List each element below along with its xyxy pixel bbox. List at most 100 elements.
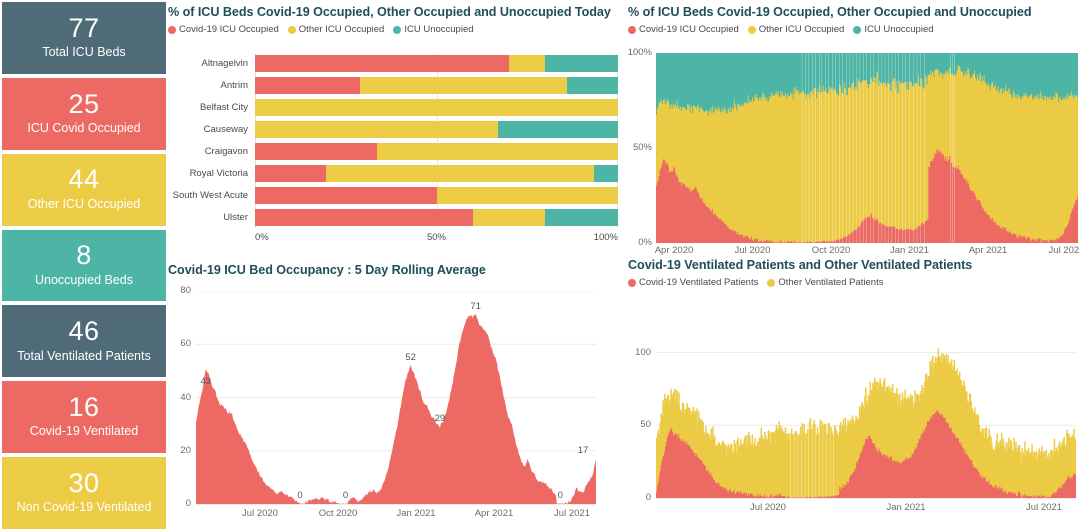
legend-color-dot-icon: [628, 25, 636, 34]
legend-color-dot-icon: [287, 25, 296, 34]
hbar-x-tick-label: 50%: [426, 232, 447, 243]
hbar-row: Royal Victoria: [168, 162, 618, 184]
kpi-label: Non Covid-19 Ventilated: [16, 500, 152, 515]
hbar-segment-covid-19-icu-occupied[interactable]: [255, 55, 510, 73]
occupancy-x-tick-label: Oct 2020: [318, 508, 358, 519]
hbar-segment-other-icu-occupied[interactable]: [436, 186, 618, 204]
hbar-segment-icu-unoccupied[interactable]: [545, 208, 618, 226]
hbar-segment-covid-19-icu-occupied[interactable]: [255, 142, 377, 160]
occupancy-plot-area: 0 20 40 60 80 Jul 2020 Oct 2020 Jan 2021 Apr 202…: [180, 285, 596, 519]
legend-item-label: Other ICU Occupied: [758, 24, 845, 35]
hbar-segment-covid-19-icu-occupied[interactable]: [255, 164, 326, 182]
legend-item[interactable]: Other Ventilated Patients: [767, 277, 883, 288]
hbar-segment-icu-unoccupied[interactable]: [567, 77, 618, 95]
kpi-label: Covid-19 Ventilated: [29, 424, 139, 439]
panel-covid-icu-occupancy: Covid-19 ICU Bed Occupancy : 5 Day Rolli…: [168, 263, 618, 531]
legend-color-dot-icon: [767, 278, 776, 287]
occupancy-area-svg: [196, 291, 596, 505]
legend-color-dot-icon: [393, 25, 402, 34]
ventilated-y-tick-label: 50: [640, 419, 651, 431]
kpi-total-ventilated-patients[interactable]: 46 Total Ventilated Patients: [2, 305, 166, 378]
hbar-row: Causeway: [168, 119, 618, 141]
legend-item[interactable]: Covid-19 Ventilated Patients: [628, 277, 758, 288]
pct-time-y-tick-label: 100%: [627, 47, 652, 58]
occupancy-y-tick-label: 40: [180, 391, 191, 403]
hbar-track: [255, 121, 618, 139]
ventilated-y-tick-label: 100: [635, 346, 651, 358]
hbar-category-label: Craigavon: [204, 145, 248, 157]
legend-item[interactable]: ICU Unoccupied: [393, 24, 474, 35]
occupancy-y-tick-label: 60: [180, 338, 191, 350]
legend-ventilated: Covid-19 Ventilated Patients Other Ventil…: [628, 277, 1080, 288]
occupancy-data-label: 0: [557, 490, 563, 501]
hbar-category-label: South West Acute: [172, 189, 248, 201]
kpi-non-covid-19-ventilated[interactable]: 30 Non Covid-19 Ventilated: [2, 457, 166, 530]
hbar-segment-covid-19-icu-occupied[interactable]: [255, 208, 473, 226]
legend-item-label: ICU Unoccupied: [404, 24, 474, 35]
hbar-segment-icu-unoccupied[interactable]: [498, 121, 618, 139]
hbar-row: Ulster: [168, 206, 618, 228]
legend-item[interactable]: Other ICU Occupied: [747, 24, 845, 35]
panel-pct-icu-beds-over-time: % of ICU Beds Covid-19 Occupied, Other O…: [628, 5, 1080, 257]
kpi-value: 25: [68, 88, 100, 119]
legend-item[interactable]: ICU Unoccupied: [853, 24, 934, 35]
legend-item[interactable]: Other ICU Occupied: [287, 24, 385, 35]
hbar-category-label: Belfast City: [199, 102, 248, 114]
hbar-x-tick-label: 0%: [255, 232, 269, 243]
legend-item[interactable]: Covid-19 ICU Occupied: [628, 24, 739, 35]
kpi-total-icu-beds[interactable]: 77 Total ICU Beds: [2, 2, 166, 74]
legend-hospital-bars: Covid-19 ICU Occupied Other ICU Occupied I…: [168, 24, 618, 35]
hbar-segment-other-icu-occupied[interactable]: [472, 208, 546, 226]
pct-time-x-tick-label: Oct 2020: [811, 245, 851, 256]
kpi-value: 44: [68, 164, 100, 195]
legend-color-dot-icon: [628, 278, 636, 287]
pct-time-plot-area: 0% 50% 100% Apr 2020 Jul 2020 Oct 2020 Jan 202…: [628, 47, 1080, 256]
occupancy-data-label: 17: [577, 444, 589, 456]
kpi-value: 46: [68, 316, 100, 347]
occupancy-data-label: 43: [200, 375, 212, 387]
hbar-segment-icu-unoccupied[interactable]: [545, 55, 618, 73]
legend-item-label: Other Ventilated Patients: [778, 277, 884, 288]
kpi-value: 77: [68, 12, 100, 43]
hbar-segment-other-icu-occupied[interactable]: [509, 55, 546, 73]
occupancy-x-tick-label: Jul 2020: [242, 508, 278, 519]
kpi-icu-covid-occupied[interactable]: 25 ICU Covid Occupied: [2, 77, 166, 150]
hbar-segment-other-icu-occupied[interactable]: [360, 77, 568, 95]
hbar-segment-covid-19-icu-occupied[interactable]: [255, 77, 361, 95]
kpi-card-column: 77 Total ICU Beds 25 ICU Covid Occupied 44 Ot…: [2, 2, 166, 530]
legend-item[interactable]: Covid-19 ICU Occupied: [168, 24, 279, 35]
legend-item-label: Covid-19 ICU Occupied: [179, 24, 279, 35]
ventilated-x-tick-label: Jul 2020: [750, 502, 786, 513]
hbar-segment-other-icu-occupied[interactable]: [255, 99, 618, 117]
panel-title-pct-time: % of ICU Beds Covid-19 Occupied, Other O…: [628, 5, 1032, 19]
panel-ventilated-patients: Covid-19 Ventilated Patients and Other V…: [628, 258, 1080, 531]
ventilated-plot-area: 0 50 100 Jul 2020 Jan 2021 Jul 2021: [635, 338, 1076, 513]
hbar-segment-covid-19-icu-occupied[interactable]: [255, 186, 437, 204]
occupancy-y-tick-label: 0: [185, 498, 191, 509]
occupancy-data-label: 0: [342, 490, 349, 501]
kpi-unoccupied-beds[interactable]: 8 Unoccupied Beds: [2, 229, 166, 302]
kpi-covid-19-ventilated[interactable]: 16 Covid-19 Ventilated: [2, 381, 166, 454]
pct-time-y-tick-label: 0%: [638, 237, 652, 248]
hbar-segment-icu-unoccupied[interactable]: [594, 164, 618, 182]
pct-time-x-tick-label: Jan 2021: [889, 245, 930, 256]
legend-color-dot-icon: [853, 25, 862, 34]
hbar-track: [255, 99, 618, 117]
legend-item-label: Other ICU Occupied: [298, 24, 385, 35]
hbar-track: [255, 55, 618, 73]
legend-item-label: ICU Unoccupied: [864, 24, 934, 35]
hbar-segment-other-icu-occupied[interactable]: [376, 142, 618, 160]
hbar-category-label: Ulster: [223, 211, 248, 223]
panel-title-ventilated: Covid-19 Ventilated Patients and Other V…: [628, 258, 973, 272]
legend-color-dot-icon: [168, 25, 176, 34]
hbar-segment-other-icu-occupied[interactable]: [255, 121, 499, 139]
hbar-category-label: Royal Victoria: [189, 167, 248, 179]
hbar-segment-other-icu-occupied[interactable]: [325, 164, 595, 182]
occupancy-x-tick-label: Jan 2021: [396, 508, 436, 519]
hbar-track: [255, 208, 618, 226]
occupancy-data-label: 52: [405, 351, 416, 363]
kpi-label: ICU Covid Occupied: [27, 120, 141, 135]
hospital-bars-plot-area: 0% 50% 100% Altnagelvin Antrim Belfast City C…: [168, 53, 618, 257]
kpi-other-icu-occupied[interactable]: 44 Other ICU Occupied: [2, 153, 166, 226]
legend-item-label: Covid-19 ICU Occupied: [639, 24, 739, 35]
